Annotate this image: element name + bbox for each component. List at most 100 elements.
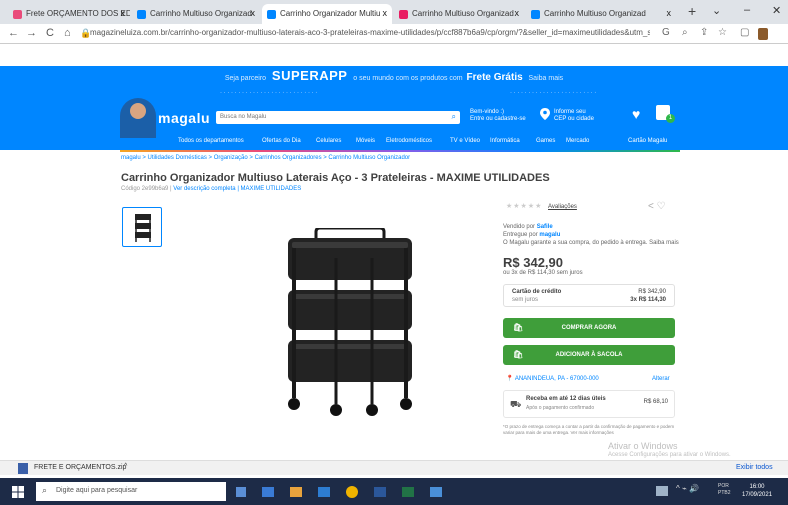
windows-start-icon[interactable] — [12, 485, 24, 498]
share-icon[interactable]: ⇪ — [700, 27, 708, 38]
magalu-logo[interactable]: magalu — [158, 110, 210, 126]
search-input[interactable]: Busca no Magalu ⌕ — [216, 111, 460, 124]
account-line: Entre ou cadastre-se — [470, 116, 526, 122]
buy-now-label: COMPRAR AGORA — [561, 325, 617, 331]
tab-search-icon[interactable]: ▢ — [740, 27, 749, 38]
category-item[interactable]: Móveis — [356, 138, 375, 144]
rating-stars: ★★★★★ — [506, 203, 543, 210]
chrome-icon[interactable] — [346, 486, 358, 498]
zoom-icon[interactable]: ⌕ — [682, 27, 688, 38]
close-tab-icon[interactable]: x — [251, 8, 256, 18]
extension-icon[interactable] — [758, 28, 768, 40]
tray-icons[interactable]: ^ ⌁ 🔊 — [676, 484, 699, 493]
category-item[interactable]: Informática — [490, 138, 520, 144]
store-icon[interactable] — [318, 487, 330, 497]
free-shipping-text: Frete Grátis — [466, 72, 523, 83]
taskbar-app-icon[interactable] — [430, 487, 442, 497]
shipping-option: ⛟ Receba em até 12 dias úteis Após o pag… — [503, 390, 675, 418]
forward-button[interactable]: → — [26, 27, 37, 39]
category-item[interactable]: TV e Vídeo — [450, 138, 480, 144]
chevron-up-icon[interactable]: ^ — [124, 463, 127, 470]
category-nav: Todos os departamentos Ofertas do Dia Ce… — [0, 132, 788, 150]
category-item[interactable]: Mercado — [566, 138, 589, 144]
heart-icon[interactable]: ♥ — [632, 106, 640, 122]
task-view-icon[interactable] — [236, 487, 246, 497]
category-item[interactable]: Cartão Magalu — [628, 138, 667, 144]
browser-tab-active[interactable]: Carrinho Organizador Multiu x — [262, 4, 392, 24]
show-all-downloads-link[interactable]: Exibir todos — [736, 464, 773, 471]
product-code: Código 2e99b6a9 | — [121, 186, 172, 192]
header-links-right[interactable]: · · · · · · · · · · · · · · · · · · · · … — [510, 90, 596, 96]
file-explorer-icon[interactable] — [290, 487, 302, 497]
location-pin-icon[interactable] — [540, 108, 550, 120]
close-tab-icon[interactable]: x — [121, 8, 126, 18]
web-page: Seja parceiro SUPERAPP o seu mundo com o… — [0, 44, 788, 475]
add-to-bag-button[interactable]: 🛍 ADICIONAR À SACOLA — [503, 345, 675, 365]
minimize-icon[interactable]: – — [744, 4, 750, 16]
category-item[interactable]: Games — [536, 138, 555, 144]
word-icon[interactable] — [374, 487, 386, 497]
superapp-logo[interactable]: SUPERAPP — [272, 68, 348, 83]
tab-label: Carrinho Multiuso Organizad — [412, 9, 514, 18]
buy-now-button[interactable]: 🛍 COMPRAR AGORA — [503, 318, 675, 338]
cep-location: 📍 ANANINDEUA, PA - 67000-000 — [506, 376, 599, 382]
zip-file-icon — [18, 463, 28, 474]
location-line: CEP ou cidade — [554, 116, 594, 122]
share-icon[interactable]: < ♡ — [648, 201, 666, 212]
notification-icon[interactable] — [656, 486, 668, 496]
language-indicator[interactable]: POR PTB2 — [718, 483, 731, 497]
taskbar-search-input[interactable]: ⌕ Digite aqui para pesquisar — [36, 482, 226, 501]
delivery-link[interactable]: magalu — [539, 232, 560, 238]
excel-icon[interactable] — [402, 487, 414, 497]
search-placeholder: Busca no Magalu — [220, 114, 267, 120]
tab-label: Carrinho Multiuso Organizad — [150, 9, 252, 18]
windows-watermark-title: Ativar o Windows — [608, 441, 678, 451]
account-link[interactable]: Bem-vindo :) Entre ou cadastre-se — [470, 109, 526, 123]
promo-text: o seu mundo com os produtos com — [353, 75, 463, 82]
clock[interactable]: 16:00 17/09/2021 — [742, 483, 772, 499]
new-tab-button[interactable]: + — [688, 3, 696, 19]
download-filename[interactable]: FRETE E ORÇAMENTOS.zip — [34, 464, 126, 471]
description-link[interactable]: Ver descrição completa | MAXIME UTILIDAD… — [173, 186, 301, 192]
seller-link[interactable]: Safile — [537, 224, 553, 230]
category-item[interactable]: Todos os departamentos — [178, 138, 244, 144]
close-window-icon[interactable]: ✕ — [772, 4, 781, 17]
url-field[interactable]: magazineluiza.com.br/carrinho-organizado… — [90, 28, 650, 37]
card-label: Cartão de crédito — [512, 289, 562, 295]
bag-add-icon: 🛍 — [513, 350, 524, 359]
change-cep-link[interactable]: Alterar — [652, 376, 670, 382]
product-main-image[interactable] — [276, 228, 426, 418]
category-item[interactable]: Celulares — [316, 138, 341, 144]
back-button[interactable]: ← — [8, 27, 19, 39]
promo-link[interactable]: Saiba mais — [529, 75, 564, 82]
installments-text: ou 3x de R$ 114,30 sem juros — [503, 270, 583, 276]
card-price: R$ 342,90 — [638, 289, 666, 295]
product-title: Carrinho Organizador Multiuso Laterais A… — [121, 172, 550, 184]
product-thumbnail[interactable] — [122, 207, 162, 247]
credit-card-option[interactable]: Cartão de crédito sem juros R$ 342,90 3x… — [503, 284, 675, 307]
header-links-left[interactable]: · · · · · · · · · · · · · · · · · · · · … — [220, 90, 317, 96]
browser-tab[interactable]: Carrinho Multiuso Organizad x — [394, 4, 524, 24]
browser-tab[interactable]: Carrinho Multiuso Organizad x — [526, 4, 676, 24]
reload-button[interactable]: C — [46, 27, 54, 39]
close-tab-icon[interactable]: x — [667, 8, 672, 18]
taskbar-app-icon[interactable] — [262, 487, 274, 497]
close-tab-icon[interactable]: x — [515, 8, 520, 18]
reviews-link[interactable]: Avaliações — [548, 204, 577, 210]
close-tab-icon[interactable]: x — [383, 8, 388, 18]
browser-tab[interactable]: Frete ORÇAMENTO DOS EDLI x — [8, 4, 130, 24]
browser-tab[interactable]: Carrinho Multiuso Organizad x — [132, 4, 260, 24]
seller-label: Vendido por — [503, 224, 536, 230]
breadcrumb[interactable]: magalu > Utilidades Domésticas > Organiz… — [121, 155, 410, 161]
chevron-down-icon[interactable]: ⌄ — [712, 4, 721, 17]
card-sub: sem juros — [512, 297, 539, 303]
category-item[interactable]: Eletrodomésticos — [386, 138, 432, 144]
bag-icon[interactable]: 1 — [656, 105, 675, 123]
tab-favicon-icon — [399, 10, 408, 19]
bookmark-star-icon[interactable]: ☆ — [718, 27, 727, 38]
category-item[interactable]: Ofertas do Dia — [262, 138, 301, 144]
home-button[interactable]: ⌂ — [64, 27, 71, 39]
search-icon[interactable]: ⌕ — [452, 112, 456, 122]
google-icon[interactable]: G — [662, 27, 670, 38]
location-link[interactable]: Informe seu CEP ou cidade — [554, 109, 594, 123]
